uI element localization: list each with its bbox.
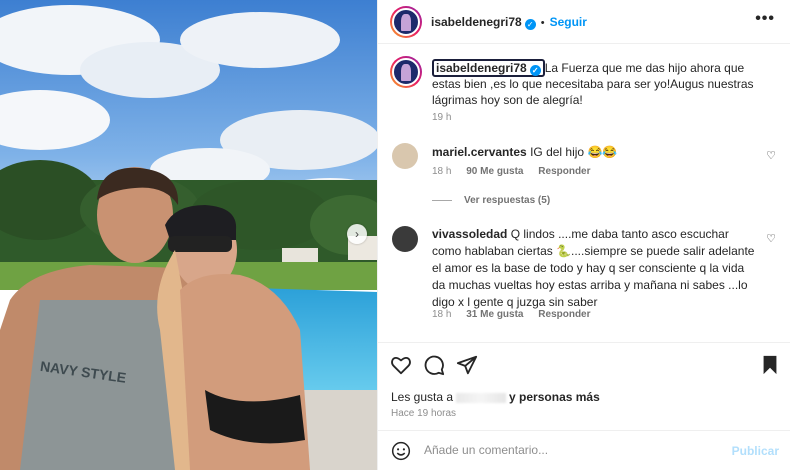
more-options-button[interactable]: ••• (755, 10, 775, 28)
likes-others-link[interactable]: y personas más (509, 390, 600, 404)
publish-button[interactable]: Publicar (732, 444, 779, 458)
comment-time: 18 h (432, 309, 452, 320)
bookmark-icon[interactable] (759, 354, 781, 376)
comment-like-heart-icon[interactable]: ♡ (766, 149, 776, 162)
view-replies-button[interactable]: Ver respuestas (5) (432, 195, 550, 206)
post-actions: Les gusta a y personas más Hace 19 horas (378, 342, 790, 442)
caption-text: isabeldenegri78 ✓ La Fuerza que me das hij… (432, 59, 772, 108)
author-username[interactable]: isabeldenegri78 (431, 15, 522, 29)
caption-meta: 19 h (432, 112, 463, 123)
post-photo[interactable]: NAVY STYLE › (0, 0, 377, 470)
comment-composer: Publicar (378, 430, 790, 470)
send-icon[interactable] (456, 354, 478, 376)
comment-text: IG del hijo 😂😂 (530, 145, 618, 159)
comment-body: mariel.cervantes IG del hijo 😂😂 (432, 144, 758, 161)
likes-summary: Les gusta a y personas más (391, 390, 600, 404)
post-sidebar: isabeldenegri78 ✓ • Seguir ••• isabeldenegr… (377, 0, 790, 470)
caption-time: 19 h (432, 112, 452, 123)
commenter-avatar[interactable] (392, 143, 418, 169)
follow-button[interactable]: Seguir (550, 15, 587, 29)
photo-image: NAVY STYLE (0, 0, 377, 470)
emoji-icon[interactable] (391, 441, 411, 461)
comment-like-heart-icon[interactable]: ♡ (766, 232, 776, 245)
caption-avatar[interactable] (390, 56, 422, 88)
likes-prefix: Les gusta a (391, 390, 454, 404)
post-header: isabeldenegri78 ✓ • Seguir ••• (378, 0, 790, 44)
verified-badge-icon: ✓ (529, 65, 541, 76)
verified-badge-icon: ✓ (524, 19, 536, 30)
comment-body: vivassoledad Q lindos ....me daba tanto … (432, 226, 758, 311)
comment-likes[interactable]: 31 Me gusta (466, 309, 523, 320)
comment-input[interactable] (424, 443, 724, 457)
separator-dot: • (540, 17, 545, 29)
post-time-ago[interactable]: Hace 19 horas (391, 408, 456, 419)
comment-icon[interactable] (423, 354, 445, 376)
heart-icon[interactable] (390, 354, 412, 376)
reply-button[interactable]: Responder (538, 166, 590, 177)
comment-username[interactable]: vivassoledad (432, 227, 507, 241)
comment-meta: 18 h 90 Me gusta Responder (432, 166, 603, 177)
header-user-line: isabeldenegri78 ✓ • Seguir (431, 15, 587, 30)
next-photo-button[interactable]: › (347, 224, 367, 244)
chevron-right-icon: › (355, 227, 359, 241)
blurred-username (456, 392, 507, 403)
comment-likes[interactable]: 90 Me gusta (466, 166, 523, 177)
commenter-avatar[interactable] (392, 226, 418, 252)
caption-username[interactable]: isabeldenegri78 ✓ (432, 59, 545, 77)
reply-button[interactable]: Responder (538, 309, 590, 320)
author-avatar[interactable] (390, 6, 422, 38)
comment-time: 18 h (432, 166, 452, 177)
comment-meta: 18 h 31 Me gusta Responder (432, 309, 603, 320)
comment-username[interactable]: mariel.cervantes (432, 145, 527, 159)
